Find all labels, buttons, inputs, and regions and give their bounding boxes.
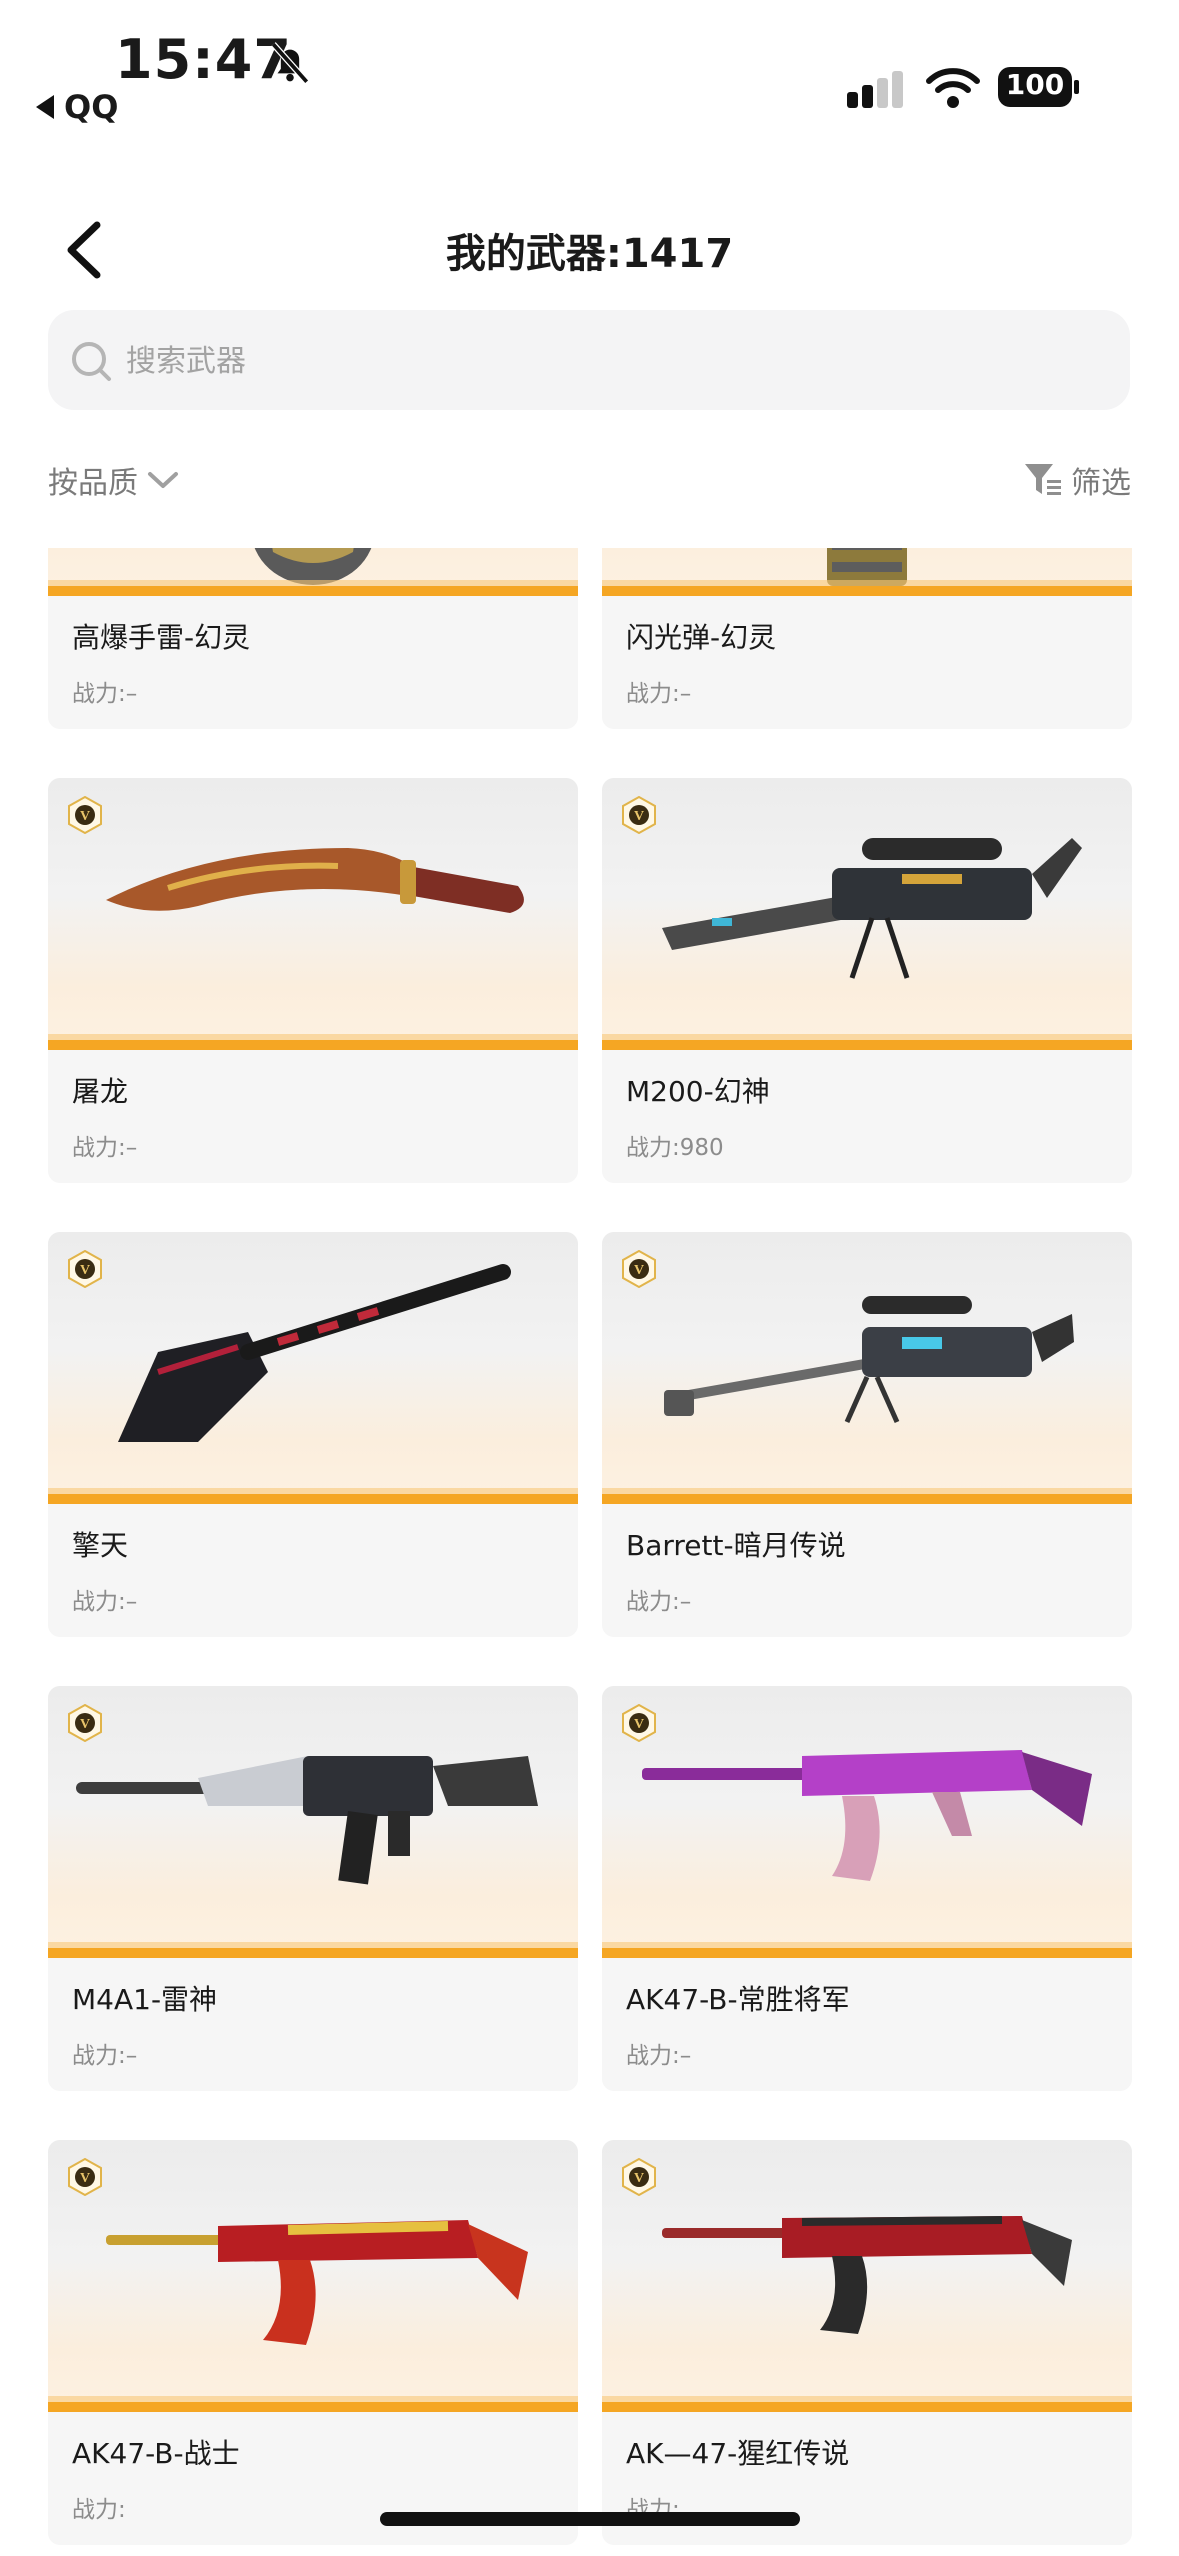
weapon-power: 战力:– — [626, 1582, 691, 1616]
weapon-power: 战力:– — [626, 674, 691, 708]
weapon-power: 战力:– — [626, 2036, 691, 2070]
weapon-card[interactable]: V M200-幻神 战力:980 — [602, 778, 1132, 1183]
weapon-power-label: 战力: — [72, 1135, 126, 1161]
chevron-down-icon — [148, 472, 178, 488]
weapon-power: 战力:– — [72, 1128, 137, 1162]
page-header: 我的武器:1417 — [0, 185, 1179, 305]
weapon-image-area — [48, 548, 578, 596]
weapon-power-label: 战力: — [72, 1589, 126, 1615]
sort-label: 按品质 — [48, 466, 138, 501]
weapon-power-value: – — [679, 681, 692, 707]
weapon-grid: 高爆手雷-幻灵 战力:– 闪光弹-幻灵 战力:– V 屠龙 战力:– V M20… — [48, 548, 1132, 2545]
filter-icon — [1025, 464, 1061, 495]
weapon-grid-viewport: 高爆手雷-幻灵 战力:– 闪光弹-幻灵 战力:– V 屠龙 战力:– V M20… — [0, 548, 1179, 2556]
weapon-power: 战力: — [72, 2490, 126, 2524]
barrett-rifle-icon — [664, 1296, 1074, 1424]
cellular-signal-icon — [847, 71, 903, 108]
weapon-power: 战力:– — [72, 1582, 137, 1616]
weapon-card[interactable]: V 擎天 战力:– — [48, 1232, 578, 1637]
weapon-power-label: 战力: — [626, 681, 680, 707]
weapon-power-value: – — [125, 1135, 138, 1161]
weapon-card[interactable]: V 屠龙 战力:– — [48, 778, 578, 1183]
m4a1-rifle-icon — [76, 1756, 538, 1885]
shovel-icon — [118, 1264, 511, 1442]
weapon-name: 屠龙 — [72, 1075, 129, 1108]
weapon-power-value: – — [125, 1589, 138, 1615]
page-title: 我的武器:1417 — [445, 231, 734, 277]
battery-icon: 100 — [997, 66, 1081, 108]
weapon-name: M200-幻神 — [626, 1075, 770, 1108]
status-bar: 15:47 QQ 100 — [0, 0, 1179, 140]
weapon-power-value: – — [125, 681, 138, 707]
weapon-image-area — [602, 548, 1132, 596]
filter-button[interactable]: 筛选 — [1023, 458, 1131, 502]
weapon-name: AK47-B-战士 — [72, 2437, 240, 2470]
search-icon — [72, 342, 111, 381]
weapon-power-label: 战力: — [626, 1589, 680, 1615]
kukri-knife-icon — [106, 848, 524, 913]
weapon-power-label: 战力: — [626, 2043, 680, 2069]
back-app-label: QQ — [64, 88, 119, 126]
weapon-card[interactable]: V Barrett-暗月传说 战力:– — [602, 1232, 1132, 1637]
weapon-card[interactable]: V M4A1-雷神 战力:– — [48, 1686, 578, 2091]
battery-level: 100 — [1005, 68, 1065, 101]
search-input[interactable] — [124, 330, 1028, 392]
weapon-name: M4A1-雷神 — [72, 1983, 218, 2016]
flashbang-icon — [827, 548, 907, 586]
weapon-power-label: 战力: — [626, 1135, 680, 1161]
weapon-name: 高爆手雷-幻灵 — [72, 621, 251, 654]
weapon-card[interactable]: 高爆手雷-幻灵 战力:– — [48, 548, 578, 729]
weapon-power-value: – — [125, 2043, 138, 2069]
grenade-icon — [254, 548, 372, 585]
weapon-card[interactable]: V AK—47-猩红传说 战力: — [602, 2140, 1132, 2545]
weapon-power-value: 980 — [679, 1135, 724, 1161]
weapon-image-area: V — [48, 2140, 578, 2412]
weapon-power-label: 战力: — [72, 681, 126, 707]
ak47-rifle-icon — [642, 1750, 1092, 1881]
weapon-name: AK—47-猩红传说 — [626, 2437, 850, 2470]
search-bar — [48, 310, 1130, 410]
weapon-name: 闪光弹-幻灵 — [626, 621, 777, 654]
back-to-app-link[interactable]: QQ — [36, 88, 118, 126]
weapon-image-area: V — [602, 1232, 1132, 1504]
weapon-power-value: – — [679, 1589, 692, 1615]
sniper-rifle-icon — [662, 838, 1082, 979]
ak47-rifle-icon — [106, 2220, 528, 2345]
filter-label: 筛选 — [1071, 466, 1131, 501]
weapon-power: 战力:– — [72, 674, 137, 708]
weapon-image-area: V — [602, 2140, 1132, 2412]
weapon-name: 擎天 — [72, 1529, 129, 1562]
weapon-image-area: V — [48, 1232, 578, 1504]
ak47-rifle-icon — [662, 2216, 1072, 2334]
weapon-card[interactable]: V AK47-B-战士 战力: — [48, 2140, 578, 2545]
weapon-name: AK47-B-常胜将军 — [626, 1983, 850, 2016]
weapon-image-area: V — [602, 778, 1132, 1050]
weapon-power-label: 战力: — [72, 2043, 126, 2069]
weapon-power-value: – — [679, 2043, 692, 2069]
weapon-power: 战力:– — [72, 2036, 137, 2070]
weapon-power-label: 战力: — [72, 2497, 126, 2523]
bell-muted-icon — [270, 42, 310, 84]
weapon-image-area: V — [602, 1686, 1132, 1958]
weapon-card[interactable]: V AK47-B-常胜将军 战力:– — [602, 1686, 1132, 2091]
weapon-name: Barrett-暗月传说 — [626, 1529, 846, 1562]
sort-quality-dropdown[interactable]: 按品质 — [48, 458, 180, 502]
home-indicator[interactable] — [380, 2512, 800, 2526]
weapon-image-area: V — [48, 1686, 578, 1958]
wifi-icon — [926, 68, 980, 108]
weapon-image-area: V — [48, 778, 578, 1050]
weapon-card[interactable]: 闪光弹-幻灵 战力:– — [602, 548, 1132, 729]
weapon-power: 战力:980 — [626, 1128, 724, 1162]
back-triangle-icon — [36, 95, 54, 119]
